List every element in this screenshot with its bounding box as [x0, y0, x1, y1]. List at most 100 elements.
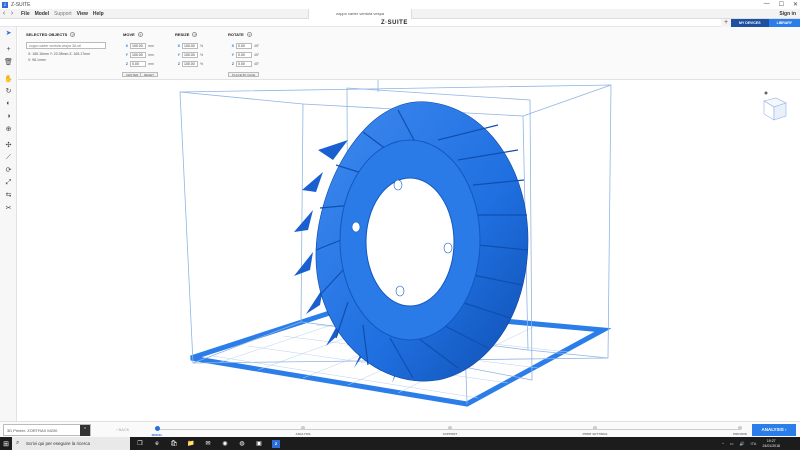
help-icon[interactable]: ?	[137, 32, 143, 37]
zoom-icon[interactable]: ⊕	[0, 123, 17, 136]
move-y-row: Y 100.00 mm	[122, 52, 154, 58]
object-dimensions: X: 165.15mm Y: 20.38mm Z: 165.17mm	[28, 52, 90, 56]
reset-button[interactable]: RESET	[140, 72, 159, 77]
resize-title: RESIZE?	[175, 32, 198, 37]
place-by-face-button[interactable]: PLACE BY FACE	[228, 72, 260, 77]
resize-x-input[interactable]: 100.00	[182, 43, 198, 49]
chrome-icon[interactable]: ◍	[238, 440, 246, 448]
unit-label: 45°	[254, 53, 260, 57]
step-support[interactable]: SUPPORT	[430, 426, 470, 436]
view-cube[interactable]	[763, 91, 787, 121]
tray-expand-icon[interactable]: ^	[722, 441, 724, 446]
tab-my-devices[interactable]: MY DEVICES	[731, 19, 769, 27]
move-x-row: X 100.00 mm	[122, 43, 154, 49]
scale-icon[interactable]: ⤢	[0, 177, 17, 190]
trash-icon[interactable]: 🗑	[0, 56, 17, 69]
pointer-icon[interactable]: ➤	[0, 27, 17, 40]
axis-label: Y	[177, 53, 180, 57]
axis-label: Y	[125, 53, 128, 57]
help-icon[interactable]: ?	[70, 32, 76, 37]
media-icon[interactable]: ◉	[221, 440, 229, 448]
nav-back-icon[interactable]: ‹	[0, 10, 8, 17]
3d-viewport[interactable]	[18, 80, 800, 421]
resize-z-input[interactable]: 100.00	[182, 61, 198, 67]
maximize-icon[interactable]: ☐	[779, 1, 784, 8]
language-indicator[interactable]: ITA	[751, 441, 757, 446]
minimize-icon[interactable]: —	[764, 1, 770, 8]
menu-view[interactable]: View	[77, 11, 88, 17]
move-z-input[interactable]: 0.00	[130, 61, 146, 67]
measure-icon[interactable]: ⟋	[0, 152, 17, 165]
help-icon[interactable]: ?	[192, 32, 198, 37]
rotate-x-input[interactable]: 0.00	[236, 43, 252, 49]
lens-icon[interactable]: ◑	[0, 110, 17, 123]
resize-z-row: Z 100.00%	[174, 61, 203, 67]
resize-y-row: Y 100.00%	[174, 52, 203, 58]
step-print-settings[interactable]: PRINT SETTINGS	[575, 426, 615, 436]
add-device-button[interactable]: +	[721, 19, 732, 27]
menu-file[interactable]: File	[21, 11, 30, 17]
zsuite-icon[interactable]: Z	[272, 439, 280, 448]
shade-icon[interactable]: ◐	[0, 98, 17, 111]
resize-y-input[interactable]: 100.00	[182, 52, 198, 58]
window-title: Z-SUITE	[11, 1, 31, 8]
step-dot-icon	[154, 426, 160, 431]
rotate-x-row: X 0.00 45°	[228, 43, 259, 49]
selected-file-field[interactable]: zoppo carter ventola vespa 3A.stl	[26, 42, 106, 49]
sign-in-link[interactable]: Sign in	[779, 11, 796, 17]
gallery-icon[interactable]: ▣	[255, 440, 263, 448]
menu-model[interactable]: Model	[35, 11, 49, 17]
taskbar-search[interactable]: ⌕ Scrivi qui per eseguire la ricerca	[12, 437, 130, 450]
printer-select[interactable]: 3D Printer: ZORTRAX M200 ⌃	[3, 424, 91, 436]
task-view-icon[interactable]: ❐	[136, 440, 144, 448]
close-icon[interactable]: ✕	[793, 1, 798, 8]
brand-bar: Z·SUITE	[0, 19, 800, 27]
step-model[interactable]: MODEL	[137, 426, 177, 437]
clock[interactable]: 19:27 24/01/2018	[762, 439, 780, 448]
cut-icon[interactable]: ✂	[0, 202, 17, 215]
rotate-view-icon[interactable]: ↻	[0, 85, 17, 98]
files-icon[interactable]: 📁	[187, 440, 195, 448]
move-y-input[interactable]: 100.00	[130, 52, 146, 58]
move-axes-icon[interactable]: ✣	[0, 139, 17, 152]
left-toolbar: ➤ + 🗑 ✋ ↻ ◐ ◑ ⊕ ✣ ⟋ ⟳ ⤢ ⇆ ✂	[0, 27, 17, 422]
step-dot-icon	[301, 426, 305, 430]
help-icon[interactable]: ?	[246, 32, 252, 37]
rotate-object-icon[interactable]: ⟳	[0, 164, 17, 177]
mirror-icon[interactable]: ⇆	[0, 189, 17, 202]
edge-icon[interactable]: e	[153, 440, 161, 448]
axis-label: Z	[177, 62, 180, 66]
battery-icon[interactable]: ▭	[730, 441, 734, 446]
system-tray: ^ ▭ 🔊 ITA 19:27 24/01/2018	[722, 437, 780, 450]
unit-label: mm	[148, 53, 154, 57]
unit-label: 45°	[254, 44, 260, 48]
store-icon[interactable]: 🛍	[170, 440, 178, 448]
rotate-z-row: Z 0.00 45°	[228, 61, 259, 67]
volume-icon[interactable]: 🔊	[740, 441, 745, 446]
back-button[interactable]: ‹ BACK	[116, 427, 129, 432]
rotate-z-input[interactable]: 0.00	[236, 61, 252, 67]
menu-help[interactable]: Help	[93, 11, 104, 17]
windows-start-icon[interactable]: ⊞	[0, 440, 12, 448]
move-title: MOVE?	[123, 32, 143, 37]
title-bar: Z Z-SUITE — ☐ ✕	[0, 0, 800, 9]
tab-library[interactable]: LIBRARY	[768, 19, 800, 27]
chevron-up-icon[interactable]: ⌃	[80, 425, 90, 436]
mail-icon[interactable]: ✉	[204, 440, 212, 448]
move-x-input[interactable]: 100.00	[130, 43, 146, 49]
menu-support[interactable]: Support	[54, 11, 72, 17]
axis-label: Z	[231, 62, 234, 66]
hand-icon[interactable]: ✋	[0, 73, 17, 86]
project-tab[interactable]: zoppo carter ventola vespa	[308, 9, 412, 19]
nav-forward-icon[interactable]: ›	[8, 10, 16, 17]
analysis-button[interactable]: ANALYSIS ›	[752, 424, 796, 436]
properties-panel: SELECTED OBJECTS? zoppo carter ventola v…	[18, 27, 800, 80]
add-icon[interactable]: +	[0, 44, 17, 57]
unit-label: 45°	[254, 62, 260, 66]
axis-label: X	[177, 44, 180, 48]
step-dot-icon	[448, 426, 452, 430]
step-analysis[interactable]: ANALYSIS	[283, 426, 323, 436]
unit-label: mm	[148, 44, 154, 48]
rotate-y-input[interactable]: 0.00	[236, 52, 252, 58]
scene-svg[interactable]	[18, 80, 800, 421]
